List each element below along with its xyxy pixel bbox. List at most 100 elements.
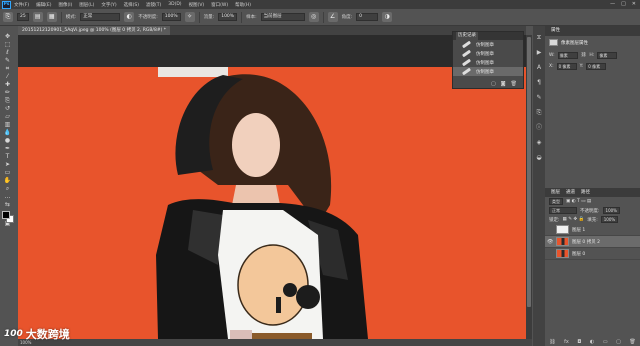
- layer-row[interactable]: 图层 1: [545, 224, 640, 236]
- pen-tool-icon[interactable]: ✒: [2, 145, 13, 152]
- layer-blend-row: 正常 不透明度: 100%: [545, 206, 640, 215]
- hand-tool-icon[interactable]: ✋: [2, 177, 13, 184]
- crop-tool-icon[interactable]: ⌗: [2, 65, 13, 72]
- group-icon[interactable]: ▭: [603, 339, 608, 345]
- sample-select[interactable]: 当前图层: [260, 13, 305, 21]
- opacity-field[interactable]: 100%: [161, 13, 181, 21]
- character-panel-icon[interactable]: A: [535, 64, 543, 72]
- blur-tool-icon[interactable]: 💧: [2, 129, 13, 136]
- filter-icons[interactable]: ▣ ◐ T ▭ ▤: [566, 199, 591, 204]
- menu-select[interactable]: 选择(S): [124, 2, 139, 8]
- menu-image[interactable]: 图像(I): [58, 2, 72, 8]
- menu-view[interactable]: 视图(V): [189, 2, 205, 8]
- clone-source-icon[interactable]: ▦: [46, 12, 57, 22]
- actions-panel-icon[interactable]: ▶: [535, 49, 543, 57]
- trash-icon[interactable]: 🗑: [629, 339, 635, 345]
- clone-stamp-tool-icon[interactable]: ⎘: [2, 97, 13, 104]
- color-panel-icon[interactable]: ◒: [535, 154, 543, 162]
- layer-opacity-field[interactable]: 100%: [602, 207, 620, 214]
- camera-snapshot-icon[interactable]: ◙: [501, 81, 506, 87]
- history-step[interactable]: 仿制图章: [453, 40, 523, 49]
- brush-tool-icon[interactable]: ✏: [2, 89, 13, 96]
- dodge-tool-icon[interactable]: ●: [2, 137, 13, 144]
- mode-select[interactable]: 正常: [80, 13, 121, 21]
- pressure-size-icon[interactable]: ◑: [382, 12, 393, 22]
- swap-colors-icon[interactable]: ⇆: [2, 201, 13, 208]
- tab-paths[interactable]: 路径: [578, 188, 593, 198]
- layer-row-selected[interactable]: 👁 图层 0 拷贝 2: [545, 236, 640, 248]
- new-layer-icon[interactable]: ▢: [616, 339, 621, 345]
- minimize-button[interactable]: —: [610, 1, 615, 7]
- gradient-tool-icon[interactable]: ▥: [2, 121, 13, 128]
- flow-field[interactable]: 100%: [218, 13, 238, 21]
- menu-layer[interactable]: 图层(L): [79, 2, 94, 8]
- brush-panel-icon[interactable]: ▤: [32, 12, 43, 22]
- menu-file[interactable]: 文件(F): [14, 2, 29, 8]
- width-field[interactable]: 像素: [557, 52, 578, 59]
- close-button[interactable]: ✕: [632, 1, 636, 7]
- paragraph-panel-icon[interactable]: ¶: [535, 79, 543, 87]
- lock-icons[interactable]: ▦ ✎ ✥ 🔒: [563, 217, 585, 222]
- adjustment-layer-icon[interactable]: ◐: [590, 339, 594, 345]
- link-layers-icon[interactable]: ⛓: [549, 339, 555, 345]
- document-canvas[interactable]: [18, 35, 526, 339]
- tab-properties[interactable]: 属性: [548, 26, 563, 36]
- layer-kind-select[interactable]: 类型: [549, 198, 563, 205]
- layer-row[interactable]: 图层 0: [545, 248, 640, 260]
- blend-mode-select[interactable]: 正常: [549, 207, 577, 214]
- move-tool-icon[interactable]: ✥: [2, 33, 13, 40]
- document-tab[interactable]: 20151212120901_5AqVi.jpeg @ 100% (图层 0 拷…: [18, 26, 171, 35]
- history-step[interactable]: 仿制图章: [453, 58, 523, 67]
- marquee-tool-icon[interactable]: ⬚: [2, 41, 13, 48]
- maximize-button[interactable]: □: [621, 1, 626, 7]
- angle-field[interactable]: 0: [356, 13, 379, 21]
- type-tool-icon[interactable]: T: [2, 153, 13, 160]
- eye-icon[interactable]: 👁: [547, 239, 553, 245]
- tab-channels[interactable]: 通道: [563, 188, 578, 198]
- trash-icon[interactable]: 🗑: [511, 81, 517, 87]
- brush-presets-icon[interactable]: ✎: [535, 94, 543, 102]
- height-field[interactable]: 像素: [597, 52, 618, 59]
- add-mask-icon[interactable]: ◘: [577, 339, 581, 345]
- history-brush-tool-icon[interactable]: ↺: [2, 105, 13, 112]
- eraser-tool-icon[interactable]: ▱: [2, 113, 13, 120]
- more-tools-icon[interactable]: …: [2, 193, 13, 200]
- clone-source-panel-icon[interactable]: ⎘: [535, 109, 543, 117]
- info-panel-icon[interactable]: ⓘ: [535, 124, 543, 132]
- link-icon[interactable]: ⛓: [581, 53, 587, 58]
- vertical-scrollbar[interactable]: [526, 35, 532, 339]
- history-step-active[interactable]: 仿制图章: [453, 67, 523, 76]
- healing-brush-tool-icon[interactable]: ✚: [2, 81, 13, 88]
- vertical-scrollbar-thumb[interactable]: [527, 37, 531, 307]
- ignore-adjustment-icon[interactable]: ◎: [308, 12, 319, 22]
- menu-help[interactable]: 帮助(H): [235, 2, 251, 8]
- tab-layers[interactable]: 图层: [548, 188, 563, 198]
- foreground-color-swatch[interactable]: [1, 211, 10, 219]
- brush-size-picker[interactable]: 25: [17, 13, 29, 21]
- new-document-from-state-icon[interactable]: ▢: [491, 81, 496, 87]
- w-label: W:: [549, 53, 555, 58]
- menu-window[interactable]: 窗口(W): [211, 2, 228, 8]
- path-select-tool-icon[interactable]: ➤: [2, 161, 13, 168]
- history-step[interactable]: 仿制图章: [453, 49, 523, 58]
- airbrush-icon[interactable]: ✧: [184, 12, 195, 22]
- history-tab[interactable]: 历史记录: [456, 32, 478, 40]
- history-panel-icon[interactable]: ⧖: [535, 34, 543, 42]
- quick-select-tool-icon[interactable]: ✎: [2, 57, 13, 64]
- lasso-tool-icon[interactable]: ℓ: [2, 49, 13, 56]
- menu-3d[interactable]: 3D(D): [168, 2, 181, 7]
- pressure-opacity-icon[interactable]: ◐: [124, 12, 135, 22]
- zoom-tool-icon[interactable]: ⌕: [2, 185, 13, 192]
- eyedropper-tool-icon[interactable]: ⁄: [2, 73, 13, 80]
- fill-field[interactable]: 100%: [600, 216, 619, 223]
- y-field[interactable]: 0 像素: [586, 63, 607, 70]
- y-label: Y:: [579, 64, 584, 69]
- menu-edit[interactable]: 编辑(E): [36, 2, 51, 8]
- navigator-panel-icon[interactable]: ◈: [535, 139, 543, 147]
- x-field[interactable]: 0 像素: [556, 63, 577, 70]
- fx-icon[interactable]: fx: [564, 339, 569, 345]
- menu-type[interactable]: 文字(Y): [101, 2, 116, 8]
- clone-stamp-tool-icon[interactable]: ⎘: [3, 12, 13, 22]
- menu-filter[interactable]: 滤镜(T): [146, 2, 161, 8]
- shape-tool-icon[interactable]: ▭: [2, 169, 13, 176]
